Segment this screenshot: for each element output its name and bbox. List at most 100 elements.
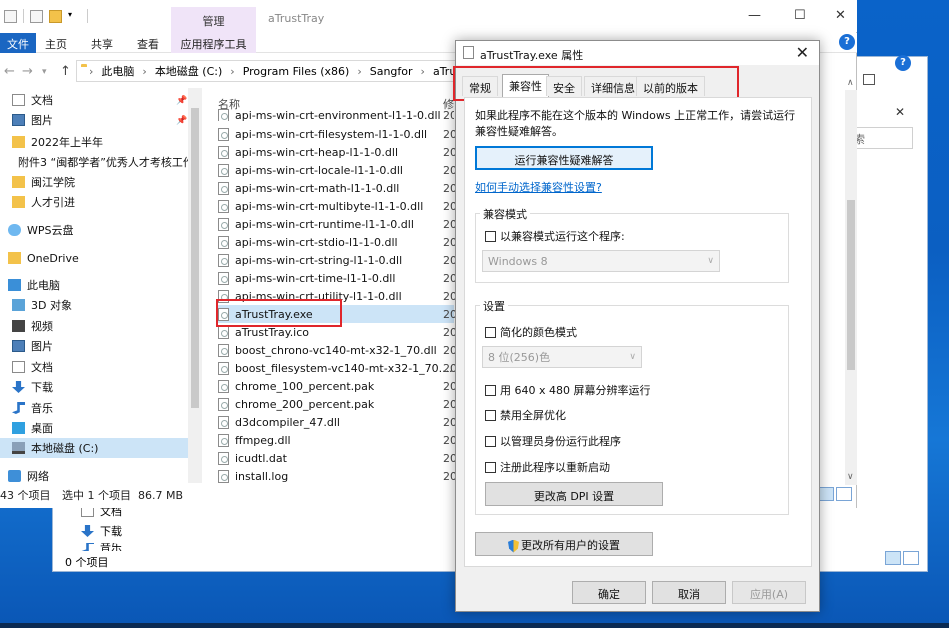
file-row[interactable]: api-ms-win-crt-math-l1-1-0.dll 20 [218, 179, 457, 197]
nav-item-music[interactable]: 音乐 [81, 543, 122, 551]
run-troubleshooter-button[interactable]: 运行兼容性疑难解答 [475, 146, 653, 170]
reduced-color-checkbox[interactable]: 简化的颜色模式 [485, 324, 577, 340]
help-icon[interactable]: ? [839, 34, 855, 50]
nav-item-downloads[interactable]: 下载 [12, 377, 53, 397]
tab-file[interactable]: 文件 [0, 33, 36, 53]
pin-icon[interactable]: 📌 [176, 116, 187, 126]
breadcrumb-this-pc[interactable]: 此电脑 [101, 63, 134, 79]
nav-scrollbar[interactable] [188, 88, 202, 483]
nav-item-documents[interactable]: 文档 [12, 90, 53, 110]
compat-os-select[interactable]: Windows 8 ∨ [482, 250, 720, 272]
checkbox-icon[interactable] [485, 326, 496, 338]
file-row[interactable]: install.log 20 [218, 467, 457, 485]
tab-view[interactable]: 查看 [137, 33, 159, 53]
nav-item-pictures[interactable]: 图片 [12, 110, 53, 130]
scrollbar-thumb[interactable] [191, 108, 199, 408]
up-icon[interactable]: ↑ [60, 64, 71, 79]
nav-item-talent[interactable]: 人才引进 [12, 192, 75, 212]
nav-item-wps-cloud[interactable]: WPS云盘 [8, 220, 74, 240]
file-row[interactable]: icudtl.dat 20 [218, 449, 457, 467]
nav-item-music[interactable]: 音乐 [12, 398, 53, 418]
breadcrumb-local-disk[interactable]: 本地磁盘 (C:) [155, 63, 222, 79]
disable-fullscreen-checkbox[interactable]: 禁用全屏优化 [485, 407, 566, 423]
large-icons-view-icon[interactable] [836, 487, 852, 501]
file-row[interactable]: api-ms-win-crt-heap-l1-1-0.dll 20 [218, 143, 457, 161]
file-row[interactable]: boost_filesystem-vc140-mt-x32-1_70.... 20 [218, 359, 457, 377]
file-list-scrollbar[interactable] [845, 90, 857, 485]
apply-button[interactable]: 应用(A) [732, 581, 806, 604]
nav-item-documents-pc[interactable]: 文档 [12, 357, 53, 377]
address-bar[interactable]: › 此电脑 › 本地磁盘 (C:) › Program Files (x86) … [76, 60, 456, 82]
file-row[interactable]: api-ms-win-crt-locale-l1-1-0.dll 20 [218, 161, 457, 179]
compat-mode-checkbox[interactable]: 以兼容模式运行这个程序: [485, 228, 625, 244]
close-icon[interactable]: ✕ [796, 43, 809, 62]
nav-item-videos[interactable]: 视频 [12, 316, 53, 336]
maximize-icon[interactable]: ☐ [794, 8, 806, 23]
change-all-users-button[interactable]: 更改所有用户的设置 [475, 532, 653, 556]
large-icons-view-icon[interactable] [903, 551, 919, 565]
file-row[interactable]: api-ms-win-crt-environment-l1-1-0.dll 20 [218, 109, 454, 121]
pin-icon[interactable]: 📌 [176, 96, 187, 106]
change-dpi-button[interactable]: 更改高 DPI 设置 [485, 482, 663, 506]
cancel-button[interactable]: 取消 [652, 581, 726, 604]
file-row[interactable]: chrome_100_percent.pak 20 [218, 377, 457, 395]
file-row[interactable]: api-ms-win-crt-multibyte-l1-1-0.dll 20 [218, 197, 457, 215]
manual-settings-link[interactable]: 如何手动选择兼容性设置? [475, 179, 602, 195]
file-row[interactable]: d3dcompiler_47.dll 20 [218, 413, 457, 431]
file-row[interactable]: api-ms-win-crt-string-l1-1-0.dll 20 [218, 251, 457, 269]
nav-item-minjiang[interactable]: 闽江学院 [12, 172, 75, 192]
minimize-icon[interactable]: — [748, 8, 761, 23]
forward-icon[interactable]: → [22, 64, 33, 79]
checkbox-icon[interactable] [485, 384, 496, 396]
nav-item-this-pc[interactable]: 此电脑 [8, 275, 60, 295]
nav-item-downloads[interactable]: 下载 [81, 523, 122, 539]
tab-application-tools[interactable]: 应用程序工具 [171, 33, 256, 53]
details-view-icon[interactable] [885, 551, 901, 565]
run-as-admin-checkbox[interactable]: 以管理员身份运行此程序 [485, 433, 621, 449]
close-icon[interactable]: ✕ [895, 105, 905, 119]
nav-item-desktop[interactable]: 桌面 [12, 418, 53, 438]
close-icon[interactable]: ✕ [835, 8, 846, 23]
file-row[interactable]: api-ms-win-crt-stdio-l1-1-0.dll 20 [218, 233, 457, 251]
nav-item-attachment3[interactable]: 附件3 “闽都学者”优秀人才考核工作 [12, 152, 188, 172]
nav-item-3d-objects[interactable]: 3D 对象 [12, 295, 72, 315]
nav-item-local-disk[interactable]: 本地磁盘 (C:) [0, 438, 188, 458]
file-row[interactable]: boost_chrono-vc140-mt-x32-1_70.dll 20 [218, 341, 457, 359]
checkbox-icon[interactable] [485, 230, 496, 242]
ok-button[interactable]: 确定 [572, 581, 646, 604]
checkbox-icon[interactable] [485, 409, 496, 421]
scroll-down-icon[interactable]: ∨ [847, 472, 854, 482]
restore-icon[interactable] [863, 74, 875, 85]
checkbox-icon[interactable] [485, 461, 496, 473]
register-restart-checkbox[interactable]: 注册此程序以重新启动 [485, 459, 610, 475]
scroll-up-icon[interactable]: ∧ [847, 78, 854, 88]
folder-icon[interactable] [49, 9, 62, 23]
nav-item-pictures-pc[interactable]: 图片 [12, 336, 53, 356]
file-row[interactable]: api-ms-win-crt-runtime-l1-1-0.dll 20 [218, 215, 457, 233]
back-icon[interactable]: ← [4, 64, 15, 79]
details-view-icon[interactable] [818, 487, 834, 501]
checkmark-icon[interactable] [30, 9, 43, 23]
customize-dropdown-icon[interactable]: ▾ [68, 10, 81, 23]
recent-dropdown-icon[interactable]: ▾ [42, 67, 47, 77]
file-row[interactable]: ffmpeg.dll 20 [218, 431, 457, 449]
breadcrumb-program-files[interactable]: Program Files (x86) [243, 65, 350, 78]
file-row[interactable]: chrome_200_percent.pak 20 [218, 395, 457, 413]
tab-home[interactable]: 主页 [45, 33, 67, 53]
file-row[interactable]: api-ms-win-crt-time-l1-1-0.dll 20 [218, 269, 457, 287]
search-input[interactable]: 索 [849, 127, 913, 149]
nav-item-onedrive[interactable]: OneDrive [8, 248, 79, 268]
res-640-checkbox[interactable]: 用 640 x 480 屏幕分辨率运行 [485, 382, 651, 398]
color-depth-select[interactable]: 8 位(256)色 ∨ [482, 346, 642, 368]
nav-item-network[interactable]: 网络 [8, 466, 49, 486]
breadcrumb-sangfor[interactable]: Sangfor [370, 65, 413, 78]
help-icon[interactable]: ? [895, 55, 911, 71]
file-icon [218, 379, 229, 393]
nav-item-2022[interactable]: 2022年上半年 [12, 132, 103, 152]
properties-icon[interactable] [4, 9, 17, 23]
scrollbar-thumb[interactable] [847, 200, 855, 370]
file-row[interactable]: api-ms-win-crt-filesystem-l1-1-0.dll 20 [218, 125, 457, 143]
checkbox-icon[interactable] [485, 435, 496, 447]
tab-share[interactable]: 共享 [91, 33, 113, 53]
manage-tab[interactable]: 管理 [171, 7, 256, 33]
